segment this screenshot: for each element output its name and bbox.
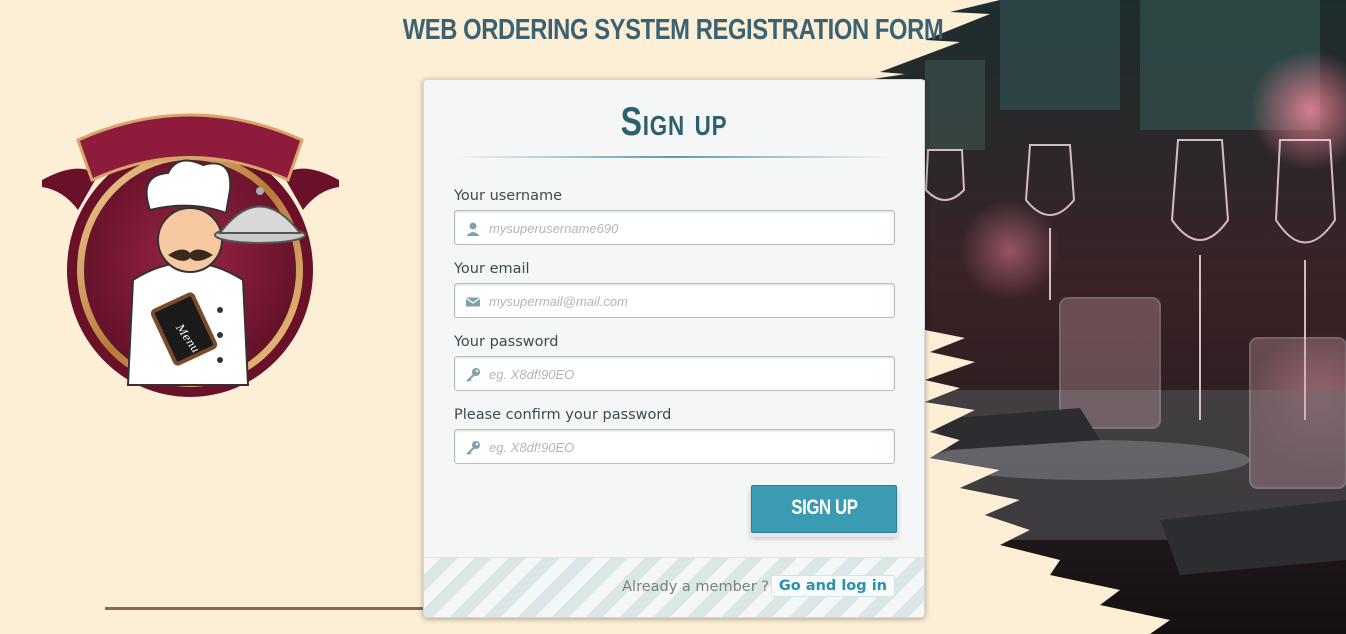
- key-icon: [466, 441, 480, 455]
- form-footer: Already a member ? Go and log in: [424, 557, 924, 617]
- divider-line: [105, 607, 425, 610]
- username-label: Your username: [454, 188, 563, 204]
- confirm-password-field[interactable]: [454, 429, 895, 465]
- user-icon: [466, 222, 480, 236]
- confirm-password-input[interactable]: [487, 430, 891, 465]
- signup-button[interactable]: SIGN UP: [751, 485, 897, 533]
- confirm-password-label: Please confirm your password: [454, 407, 672, 423]
- login-link[interactable]: Go and log in: [770, 575, 895, 597]
- title-divider: [454, 156, 894, 158]
- username-input[interactable]: [487, 211, 891, 246]
- email-field[interactable]: [454, 283, 895, 319]
- password-input[interactable]: [487, 357, 891, 392]
- envelope-icon: [465, 297, 481, 307]
- already-member-text: Already a member ?: [622, 579, 769, 595]
- password-field[interactable]: [454, 356, 895, 392]
- email-label: Your email: [454, 261, 530, 277]
- signup-button-label: SIGN UP: [790, 496, 858, 519]
- page-title: WEB ORDERING SYSTEM REGISTRATION FORM: [402, 14, 944, 46]
- key-icon: [466, 368, 480, 382]
- form-title: Sign up: [620, 100, 728, 144]
- chef-logo: Menu: [42, 113, 339, 397]
- username-field[interactable]: [454, 210, 895, 246]
- password-label: Your password: [454, 334, 559, 350]
- email-input[interactable]: [487, 284, 891, 319]
- signup-card: Sign up Your username Your email Your pa…: [423, 79, 925, 618]
